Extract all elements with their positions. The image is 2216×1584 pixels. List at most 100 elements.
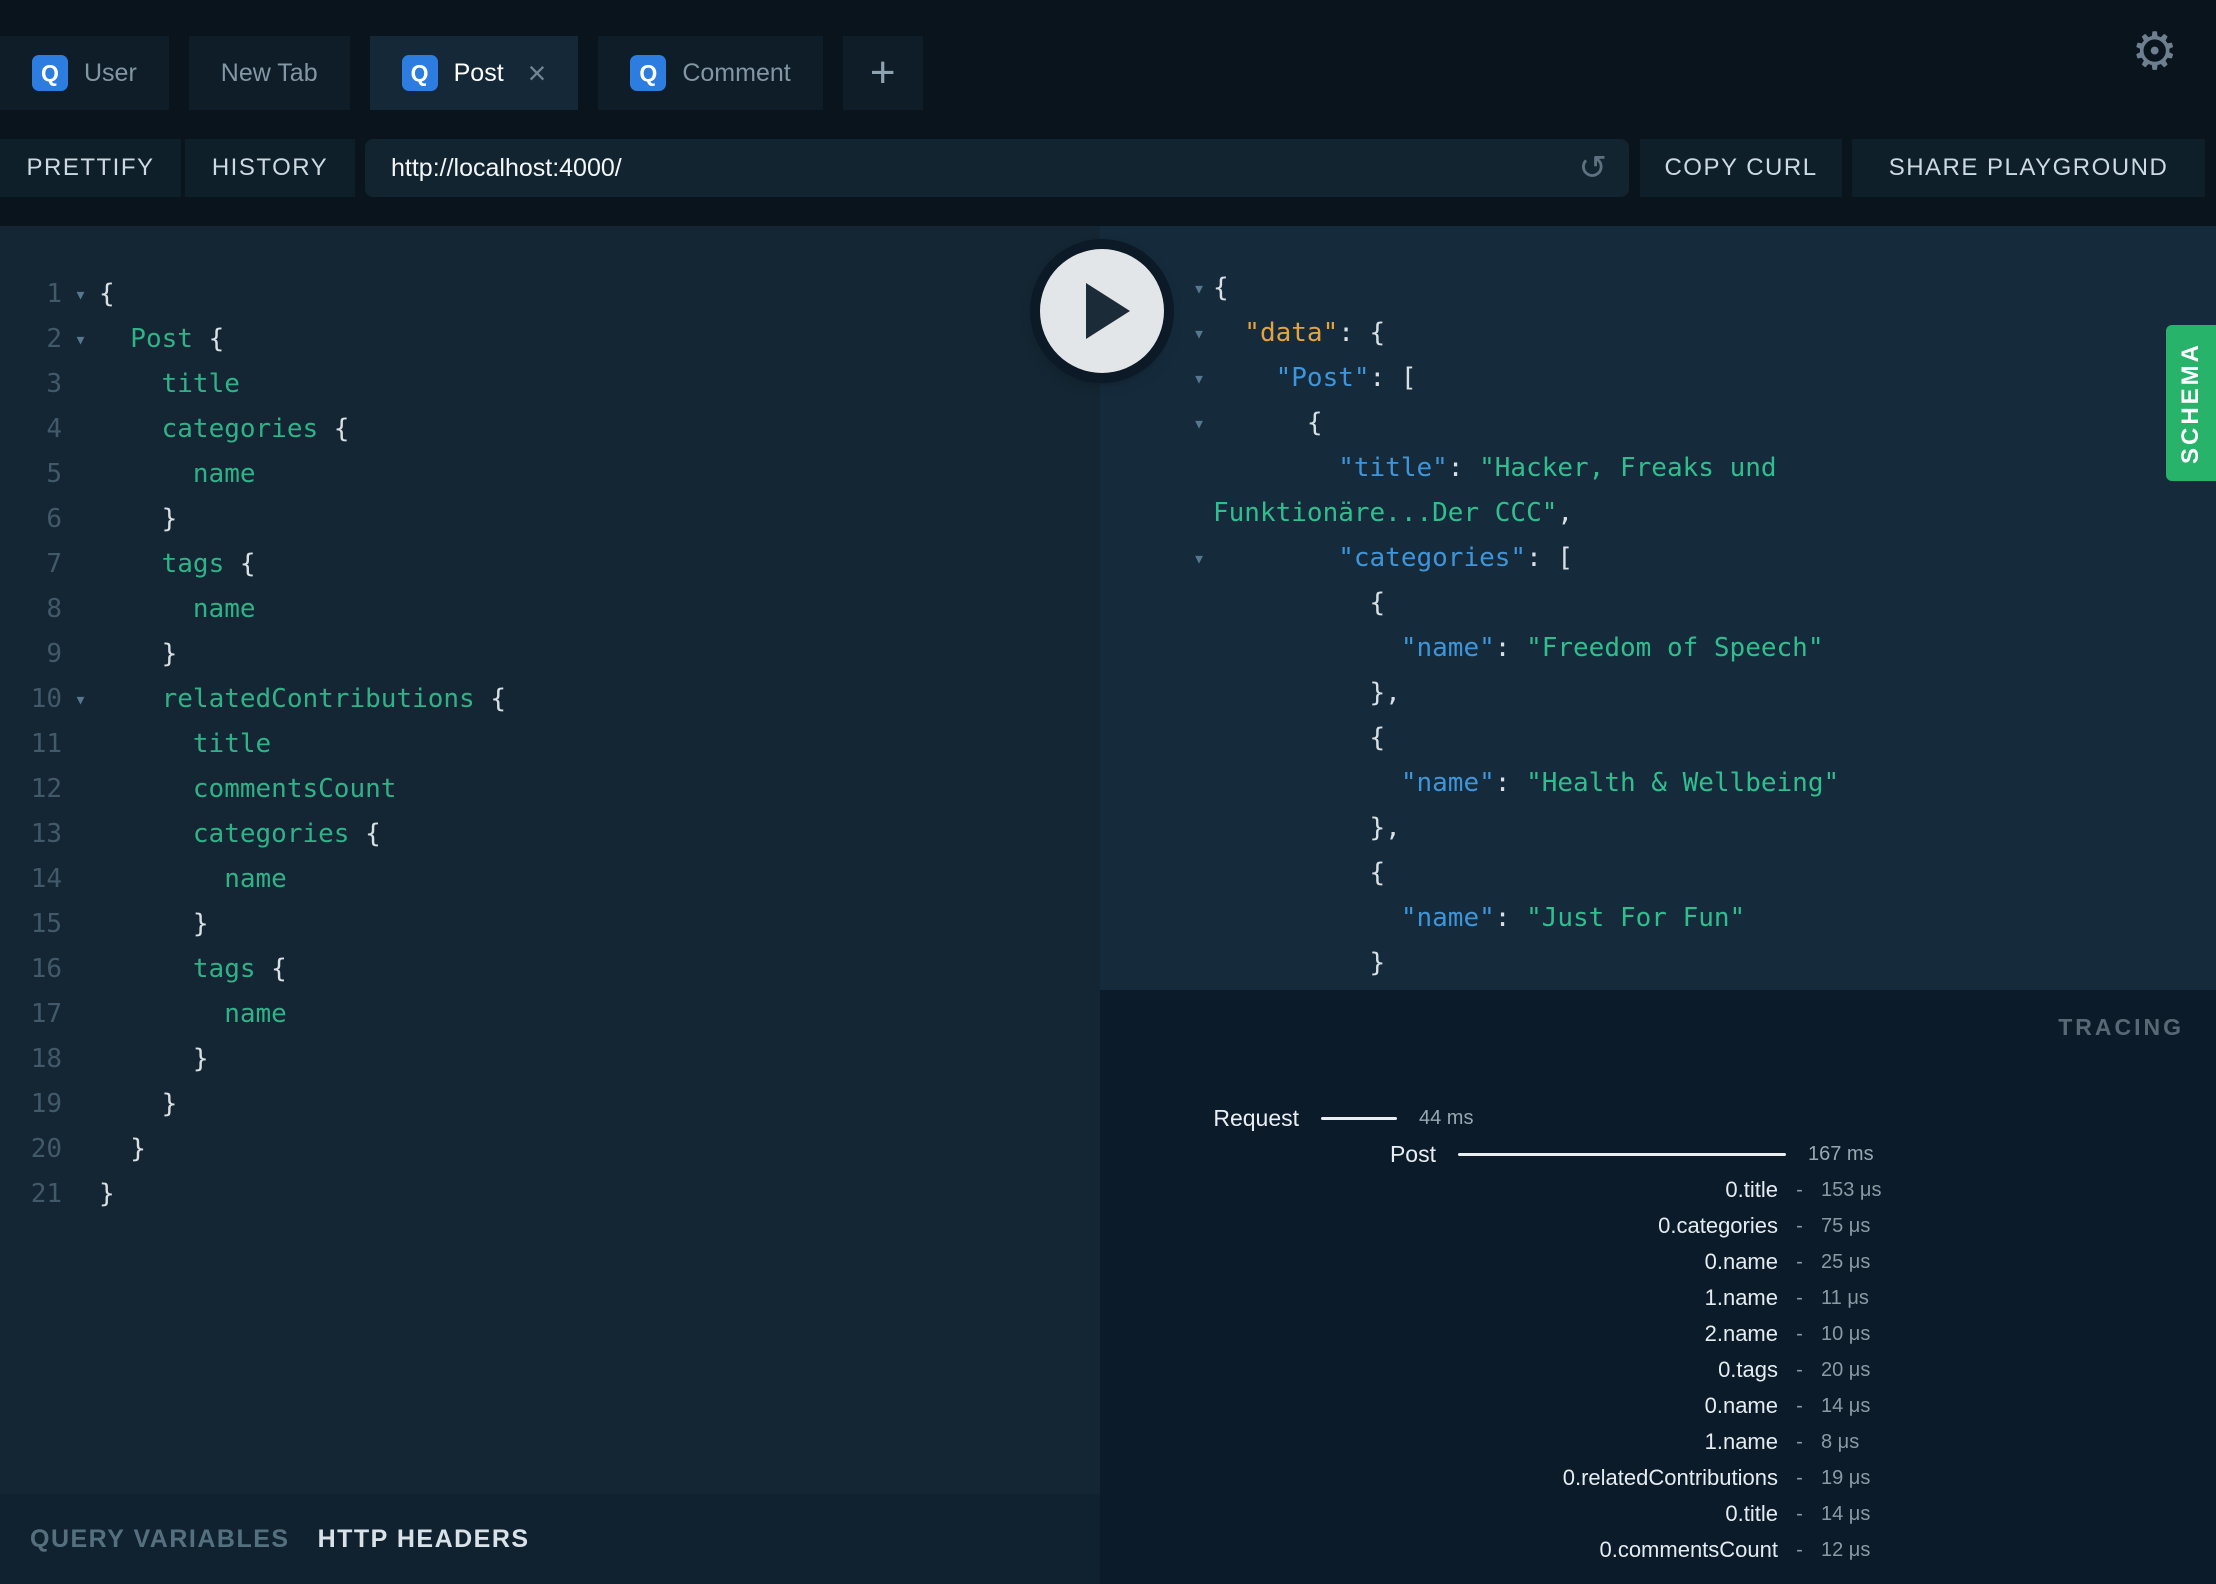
- response-line: ▾"title": "Hacker, Freaks und: [1100, 446, 2216, 491]
- tab-post[interactable]: Q Post ×: [369, 36, 579, 110]
- code-text: title: [99, 722, 271, 767]
- fold-arrow-icon[interactable]: ▾: [62, 317, 99, 362]
- token: }: [161, 1089, 178, 1119]
- token: {: [1213, 273, 1229, 303]
- reload-icon[interactable]: ↺: [1579, 151, 1608, 185]
- fold-arrow-icon[interactable]: ▾: [1185, 311, 1213, 356]
- line-number: 3: [46, 369, 62, 399]
- trace-resolver-row: 2.name -10 μs: [1100, 1316, 2216, 1352]
- separator: -: [1796, 1430, 1803, 1453]
- code-line: 14▾name: [0, 857, 1100, 902]
- copy-curl-button[interactable]: COPY CURL: [1640, 139, 1842, 197]
- token: categories: [192, 819, 350, 849]
- token: },: [1369, 678, 1401, 708]
- schema-tab[interactable]: SCHEMA: [2166, 325, 2216, 481]
- resolver-duration: 14 μs: [1821, 1394, 1871, 1417]
- code-line: 10 ▾ relatedContributions {: [0, 677, 1100, 722]
- token: commentsCount: [192, 774, 397, 804]
- tab-new-tab[interactable]: New Tab: [188, 36, 350, 110]
- trace-timeline-row: Request 44 ms: [1100, 1100, 2216, 1136]
- share-playground-button[interactable]: SHARE PLAYGROUND: [1852, 139, 2205, 197]
- line-number: 1: [46, 279, 62, 309]
- code-text: },: [1213, 806, 1401, 851]
- query-variables-toggle[interactable]: QUERY VARIABLES: [30, 1525, 290, 1554]
- tracing-timeline: Request 44 ms Post 167 ms: [1100, 1100, 2216, 1172]
- code-text: {: [99, 272, 115, 317]
- code-line: 20▾}: [0, 1127, 1100, 1172]
- resolver-path: 0.title: [1725, 1177, 1778, 1202]
- resolver-path: 0.relatedContributions: [1562, 1465, 1778, 1490]
- history-button[interactable]: HISTORY: [185, 139, 355, 197]
- resolver-path: 0.categories: [1658, 1213, 1778, 1238]
- token: title: [161, 369, 240, 399]
- close-tab-icon[interactable]: ×: [528, 57, 547, 89]
- code-line: 3▾title: [0, 362, 1100, 407]
- line-number: 21: [30, 1179, 62, 1209]
- add-tab-button[interactable]: +: [842, 36, 923, 110]
- token: "name": [1400, 768, 1495, 798]
- code-text: "name": "Health & Wellbeing": [1213, 761, 1839, 806]
- http-headers-toggle[interactable]: HTTP HEADERS: [318, 1525, 530, 1554]
- token: "categories": [1338, 543, 1527, 573]
- prettify-button[interactable]: PRETTIFY: [0, 139, 181, 197]
- fold-arrow-icon[interactable]: ▾: [1185, 401, 1213, 446]
- query-editor[interactable]: 1▾{2▾Post {3▾title4▾categories {5▾name6▾…: [0, 226, 1100, 1494]
- editor-footer: QUERY VARIABLES HTTP HEADERS: [0, 1494, 1100, 1584]
- separator: -: [1796, 1538, 1803, 1561]
- code-line: 11▾title: [0, 722, 1100, 767]
- settings-gear-icon[interactable]: ⚙: [2131, 26, 2178, 78]
- resolver-path: 1.name: [1704, 1429, 1778, 1454]
- fold-arrow-icon[interactable]: ▾: [1185, 356, 1213, 401]
- code-text: }: [99, 1082, 178, 1127]
- token: "Just For Fun": [1526, 903, 1746, 933]
- resolver-path: 0.commentsCount: [1599, 1537, 1778, 1562]
- response-line: ▾}: [1100, 941, 2216, 986]
- separator: -: [1796, 1322, 1803, 1345]
- line-number: 10: [30, 684, 62, 714]
- tracing-header[interactable]: TRACING: [2058, 1014, 2184, 1041]
- token: "name": [1400, 633, 1495, 663]
- line-number: 14: [30, 864, 62, 894]
- query-badge-icon: Q: [32, 55, 68, 91]
- code-text: }: [99, 497, 178, 542]
- token: Post: [130, 324, 193, 354]
- query-badge-icon: Q: [630, 55, 667, 91]
- resolver-path: 0.tags: [1718, 1357, 1778, 1382]
- resolver-duration: 8 μs: [1821, 1430, 1860, 1453]
- code-text: commentsCount: [99, 767, 397, 812]
- response-line: ▾ "Post": [: [1100, 356, 2216, 401]
- code-line: 2 ▾ Post {: [0, 317, 1100, 362]
- fold-arrow-icon[interactable]: ▾: [1185, 266, 1213, 311]
- tab-label: Post: [453, 58, 504, 87]
- token: {: [1369, 858, 1386, 888]
- response-line: ▾{: [1100, 851, 2216, 896]
- fold-arrow-icon[interactable]: ▾: [1185, 536, 1213, 581]
- endpoint-url-input[interactable]: [391, 153, 1603, 183]
- token: {: [192, 324, 225, 354]
- token: : [: [1369, 363, 1417, 393]
- trace-resolver-row: 0.categories -75 μs: [1100, 1208, 2216, 1244]
- tab-user[interactable]: Q User: [0, 36, 169, 110]
- code-text: }: [99, 1172, 115, 1217]
- execute-query-button[interactable]: [1040, 249, 1164, 373]
- trace-timeline-row: Post 167 ms: [1100, 1136, 2216, 1172]
- tab-comment[interactable]: Q Comment: [598, 36, 823, 110]
- token: "Post": [1275, 363, 1370, 393]
- fold-arrow-icon[interactable]: ▾: [62, 677, 99, 722]
- code-text: tags {: [99, 542, 256, 587]
- code-line: 6▾}: [0, 497, 1100, 542]
- response-viewer[interactable]: ▾{▾"data": {▾"Post": [▾{▾"title": "Hacke…: [1100, 226, 2216, 990]
- token: }: [161, 639, 178, 669]
- resolver-duration: 19 μs: [1821, 1466, 1871, 1489]
- response-line: ▾{: [1100, 716, 2216, 761]
- token: }: [192, 909, 209, 939]
- response-line: ▾ "data": {: [1100, 311, 2216, 356]
- token: "data": [1244, 318, 1339, 348]
- fold-arrow-icon[interactable]: ▾: [62, 272, 99, 317]
- code-line: 12▾commentsCount: [0, 767, 1100, 812]
- token: categories: [161, 414, 319, 444]
- tab-list: Q User New Tab Q Post × Q Comment: [0, 36, 823, 110]
- line-number: 6: [46, 504, 62, 534]
- line-number: 17: [30, 999, 62, 1029]
- code-text: }: [99, 632, 178, 677]
